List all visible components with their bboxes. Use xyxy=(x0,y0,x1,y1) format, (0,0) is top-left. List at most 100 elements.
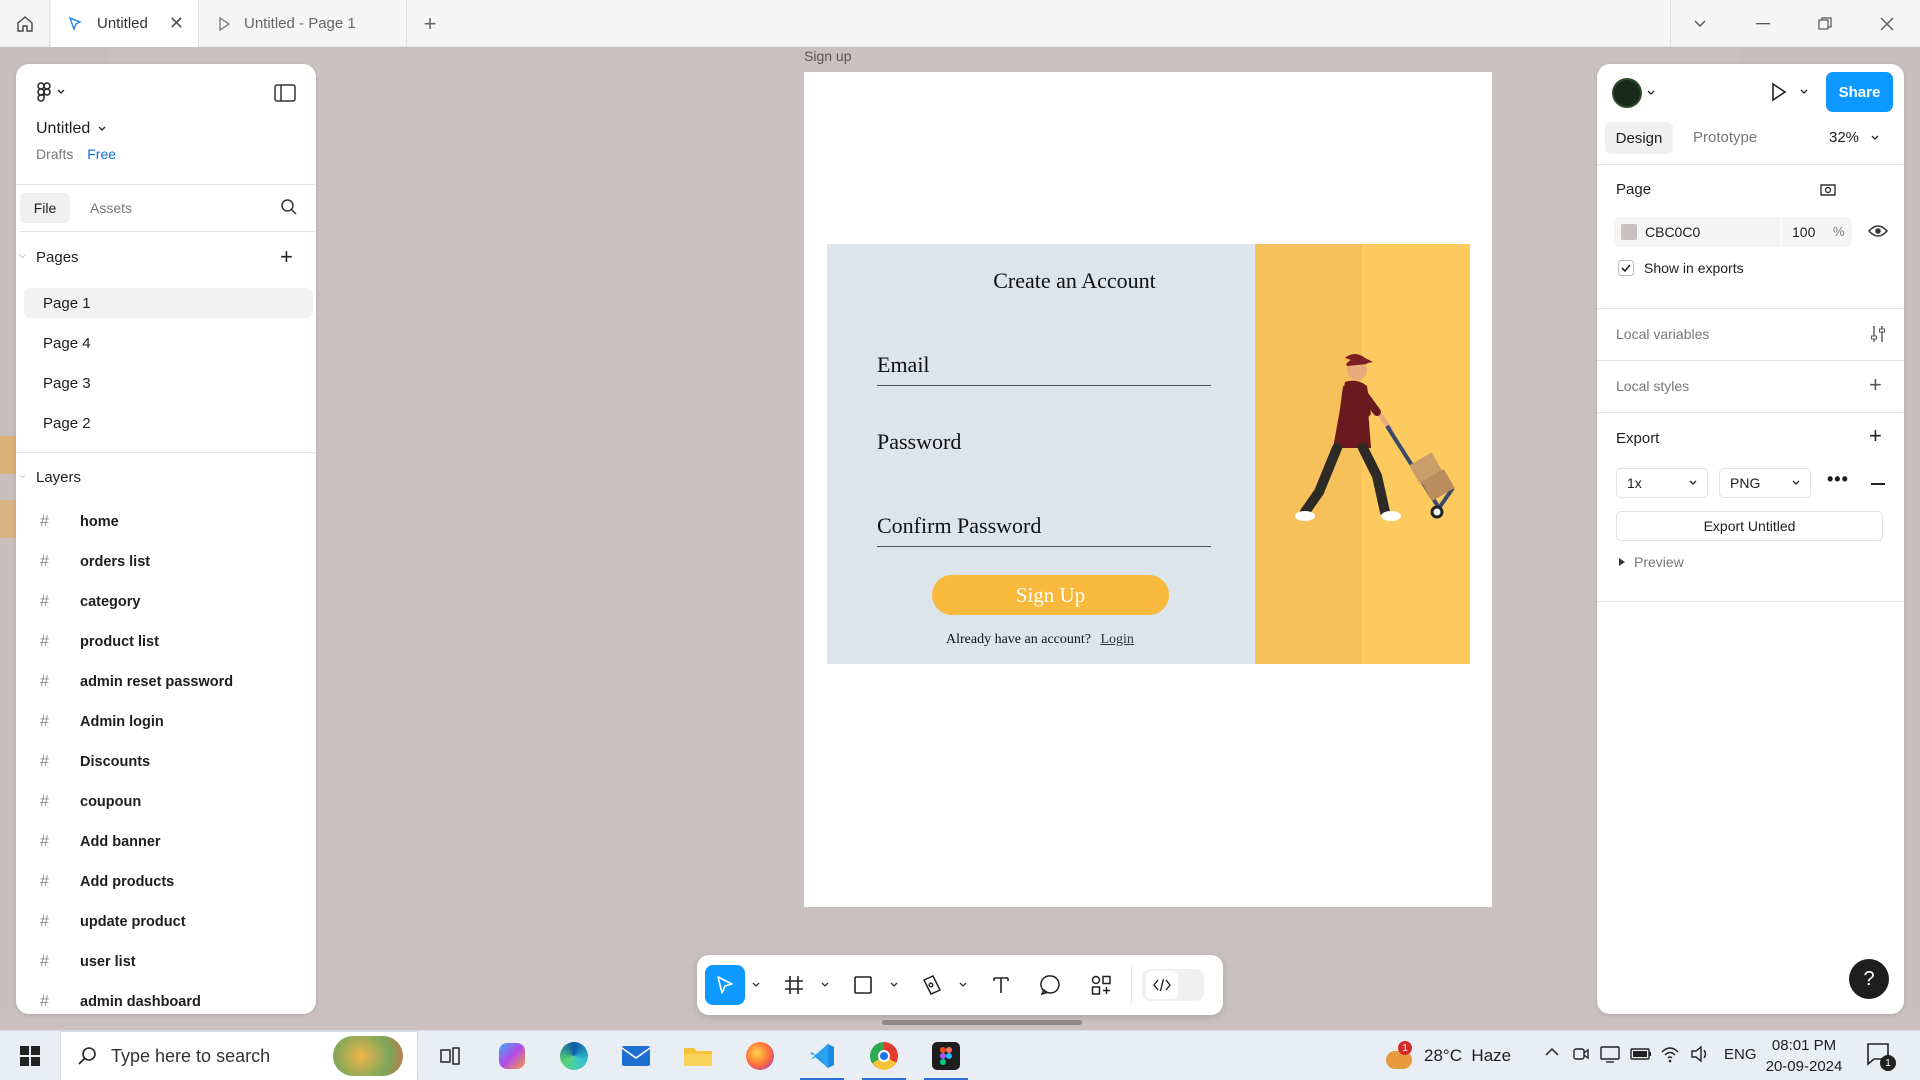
copilot-icon[interactable] xyxy=(494,1038,530,1074)
layer-item[interactable]: # product list xyxy=(40,627,159,657)
pen-tool-button[interactable] xyxy=(912,965,952,1005)
layer-item[interactable]: # update product xyxy=(40,907,186,937)
variables-settings-icon[interactable] xyxy=(1870,325,1886,343)
layer-item[interactable]: # admin reset password xyxy=(40,667,233,697)
layer-item[interactable]: # user list xyxy=(40,947,136,977)
text-tool-button[interactable] xyxy=(981,965,1021,1005)
layer-item[interactable]: # Add products xyxy=(40,867,174,897)
restore-icon[interactable] xyxy=(1795,0,1855,47)
chevron-down-icon[interactable] xyxy=(821,982,829,988)
page-settings-icon[interactable] xyxy=(1818,181,1838,199)
chrome-icon[interactable] xyxy=(866,1038,902,1074)
task-view-icon[interactable] xyxy=(432,1038,468,1074)
avatar-menu[interactable] xyxy=(1612,78,1655,108)
display-icon[interactable] xyxy=(1600,1045,1620,1063)
share-button[interactable]: Share xyxy=(1826,72,1893,112)
chevron-down-icon[interactable] xyxy=(959,982,967,988)
pages-collapse-icon[interactable]: ⌵ xyxy=(19,250,26,261)
window-close-icon[interactable] xyxy=(1857,0,1917,47)
confirm-underline[interactable] xyxy=(877,546,1211,547)
main-menu-button[interactable] xyxy=(36,82,65,102)
layer-item[interactable]: # coupoun xyxy=(40,787,141,817)
sign-up-frame[interactable]: Create an Account Email Password Confirm… xyxy=(804,72,1492,907)
layer-item[interactable]: # Admin login xyxy=(40,707,164,737)
frame-label[interactable]: Sign up xyxy=(804,48,851,64)
drafts-link[interactable]: Drafts xyxy=(36,146,73,162)
page-item[interactable]: Page 1 xyxy=(24,288,313,318)
frame-tool-button[interactable] xyxy=(774,965,814,1005)
weather-widget[interactable]: 1 28°C Haze xyxy=(1384,1031,1511,1080)
export-button[interactable]: Export Untitled xyxy=(1616,511,1883,541)
new-tab-plus-icon[interactable]: + xyxy=(408,0,452,47)
minimize-icon[interactable] xyxy=(1733,0,1793,47)
eye-icon[interactable] xyxy=(1868,223,1888,239)
export-scale-select[interactable]: 1x xyxy=(1616,468,1708,498)
tab-file[interactable]: File xyxy=(20,193,70,223)
page-item[interactable]: Page 4 xyxy=(24,328,313,358)
add-style-plus-icon[interactable]: + xyxy=(1869,372,1882,398)
zoom-dropdown[interactable]: 32% xyxy=(1829,129,1879,146)
comment-tool-button[interactable] xyxy=(1031,965,1071,1005)
layer-item[interactable]: # home xyxy=(40,507,119,537)
help-button[interactable]: ? xyxy=(1849,959,1889,999)
home-button[interactable] xyxy=(0,0,50,47)
pages-title[interactable]: Pages xyxy=(36,249,79,266)
move-tool-button[interactable] xyxy=(705,965,745,1005)
language-indicator[interactable]: ENG xyxy=(1724,1046,1757,1063)
toggle-sidebar-icon[interactable] xyxy=(274,84,296,102)
layers-title[interactable]: Layers xyxy=(36,469,81,486)
dev-mode-toggle[interactable] xyxy=(1142,969,1204,1001)
page-item[interactable]: Page 3 xyxy=(24,368,313,398)
email-underline[interactable] xyxy=(877,385,1211,386)
chevron-down-icon[interactable] xyxy=(752,982,760,988)
actions-tool-button[interactable] xyxy=(1081,965,1121,1005)
chevron-down-icon[interactable] xyxy=(1670,0,1730,47)
page-item[interactable]: Page 2 xyxy=(24,408,313,438)
layer-item[interactable]: # orders list xyxy=(40,547,150,577)
search-icon[interactable] xyxy=(280,198,298,216)
layer-item[interactable]: # admin dashboard xyxy=(40,987,201,1014)
page-color-hex[interactable]: CBC0C0 xyxy=(1645,224,1700,240)
local-styles-label[interactable]: Local styles xyxy=(1616,378,1689,394)
show-in-exports-checkbox[interactable]: Show in exports xyxy=(1618,260,1744,276)
remove-export-minus-icon[interactable] xyxy=(1871,483,1885,485)
clock[interactable]: 08:01 PM 20-09-2024 xyxy=(1764,1035,1844,1077)
file-name-dropdown[interactable]: Untitled xyxy=(36,120,106,138)
chevron-down-icon[interactable] xyxy=(890,982,898,988)
plan-badge[interactable]: Free xyxy=(87,146,116,162)
edge-browser-icon[interactable] xyxy=(556,1038,592,1074)
layer-item[interactable]: # Discounts xyxy=(40,747,150,777)
windows-start-icon[interactable] xyxy=(12,1038,48,1074)
meet-now-icon[interactable] xyxy=(1572,1045,1590,1063)
figma-app-icon[interactable] xyxy=(928,1038,964,1074)
add-export-plus-icon[interactable]: + xyxy=(1869,423,1882,449)
layer-item[interactable]: # Add banner xyxy=(40,827,161,857)
preview-toggle[interactable]: Preview xyxy=(1619,554,1684,570)
page-opacity[interactable]: 100 xyxy=(1792,224,1815,240)
login-link[interactable]: Login xyxy=(1100,632,1133,647)
firefox-icon[interactable] xyxy=(742,1038,778,1074)
volume-icon[interactable] xyxy=(1690,1045,1710,1063)
file-explorer-icon[interactable] xyxy=(680,1038,716,1074)
layer-item[interactable]: # category xyxy=(40,587,140,617)
vscode-icon[interactable] xyxy=(804,1038,840,1074)
tab-design[interactable]: Design xyxy=(1605,122,1673,154)
chevron-up-icon[interactable] xyxy=(1544,1047,1560,1057)
battery-icon[interactable] xyxy=(1630,1047,1652,1061)
tab-untitled-page-1[interactable]: Untitled - Page 1 xyxy=(200,0,407,47)
horizontal-scrollbar[interactable] xyxy=(882,1020,1082,1025)
local-variables-label[interactable]: Local variables xyxy=(1616,326,1709,342)
wifi-icon[interactable] xyxy=(1660,1045,1680,1063)
rectangle-tool-button[interactable] xyxy=(843,965,883,1005)
notification-center-icon[interactable]: 1 xyxy=(1866,1041,1896,1071)
page-color-field[interactable]: CBC0C0 100 % xyxy=(1614,217,1852,247)
add-page-plus-icon[interactable]: + xyxy=(280,244,293,270)
taskbar-search[interactable]: Type here to search xyxy=(60,1031,418,1080)
more-options-icon[interactable]: ••• xyxy=(1827,469,1849,490)
tab-untitled[interactable]: Untitled ✕ xyxy=(51,0,199,47)
tab-assets[interactable]: Assets xyxy=(90,200,132,216)
sign-up-button[interactable]: Sign Up xyxy=(932,575,1169,615)
present-button[interactable] xyxy=(1770,82,1808,102)
export-format-select[interactable]: PNG xyxy=(1719,468,1811,498)
tab-prototype[interactable]: Prototype xyxy=(1693,129,1757,146)
